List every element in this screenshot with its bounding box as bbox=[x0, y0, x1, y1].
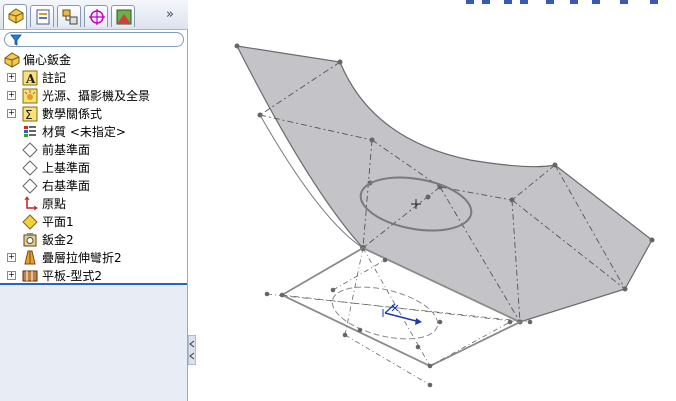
funnel-icon bbox=[10, 34, 22, 46]
configurationmanager-tab[interactable] bbox=[57, 5, 81, 27]
tree-item-origin[interactable]: 原點 bbox=[0, 195, 188, 213]
panel-lower-area bbox=[0, 285, 187, 401]
expand-toggle[interactable]: + bbox=[7, 271, 16, 280]
display-manager-tab[interactable] bbox=[111, 5, 135, 27]
feature-manager-panel: » 偏心鈑金 + A 註記 + 光源、攝影機及全景 + Σ 數學關係式 材質 <… bbox=[0, 0, 188, 401]
tree-item-plane1[interactable]: 平面1 bbox=[0, 213, 188, 231]
lofted-bend-icon bbox=[24, 250, 36, 265]
flat-pattern-icon bbox=[22, 270, 38, 282]
panel-collapse-handle[interactable] bbox=[188, 335, 196, 365]
tree-item-label: 數學關係式 bbox=[42, 107, 103, 121]
dimxpert-tab[interactable] bbox=[84, 5, 108, 27]
sheet-metal-icon bbox=[23, 233, 37, 247]
tree-root-label: 偏心鈑金 bbox=[23, 53, 72, 67]
feature-filter-input[interactable] bbox=[4, 32, 184, 47]
svg-text:Σ: Σ bbox=[25, 108, 33, 122]
propertymanager-tab[interactable] bbox=[30, 5, 54, 27]
expand-toggle[interactable]: + bbox=[7, 109, 16, 118]
tree-item-label: 光源、攝影機及全景 bbox=[42, 89, 151, 103]
double-chevron-right-icon[interactable]: » bbox=[166, 8, 180, 22]
material-icon bbox=[24, 126, 36, 137]
tree-item-right-plane[interactable]: 右基準面 bbox=[0, 177, 188, 195]
plane-icon bbox=[22, 178, 38, 194]
tree-item-annotations[interactable]: + A 註記 bbox=[0, 69, 188, 87]
feature-tree-icon bbox=[8, 8, 24, 24]
tree-item-front-plane[interactable]: 前基準面 bbox=[0, 141, 188, 159]
plane-icon bbox=[22, 142, 38, 158]
tree-item-label: 註記 bbox=[42, 71, 67, 85]
tree-item-label: 鈑金2 bbox=[42, 233, 74, 247]
tree-item-label: 右基準面 bbox=[42, 179, 91, 193]
configuration-icon bbox=[62, 9, 78, 25]
origin-icon bbox=[24, 196, 38, 211]
expand-toggle[interactable]: + bbox=[7, 91, 16, 100]
plane-yellow-icon bbox=[22, 214, 38, 230]
property-icon bbox=[36, 9, 50, 25]
tree-item-top-plane[interactable]: 上基準面 bbox=[0, 159, 188, 177]
svg-text:A: A bbox=[25, 72, 36, 86]
tree-item-label: 前基準面 bbox=[42, 143, 91, 157]
lofted-bend-surface[interactable] bbox=[235, 45, 653, 323]
plane-icon bbox=[22, 160, 38, 176]
expand-toggle[interactable]: + bbox=[7, 253, 16, 262]
target-icon bbox=[89, 9, 105, 25]
graphics-viewport[interactable] bbox=[196, 0, 676, 401]
tree-item-label: 原點 bbox=[42, 197, 67, 211]
tree-item-lofted-bend[interactable]: + 疊層拉伸彎折2 bbox=[0, 249, 188, 267]
tree-item-material[interactable]: 材質 <未指定> bbox=[0, 123, 188, 141]
expand-toggle[interactable]: + bbox=[7, 73, 16, 82]
lights-cameras-icon bbox=[22, 88, 38, 104]
display-icon bbox=[116, 9, 132, 25]
tree-item-label: 材質 <未指定> bbox=[42, 125, 126, 139]
tree-item-equations[interactable]: + Σ 數學關係式 bbox=[0, 105, 188, 123]
tree-item-label: 平面1 bbox=[42, 215, 74, 229]
tree-root-part[interactable]: 偏心鈑金 bbox=[0, 51, 188, 69]
tree-item-label: 疊層拉伸彎折2 bbox=[42, 251, 122, 265]
tree-item-sheet-metal[interactable]: 鈑金2 bbox=[0, 231, 188, 249]
annotations-icon: A bbox=[22, 70, 38, 86]
tree-item-label: 上基準面 bbox=[42, 161, 91, 175]
panel-tab-bar: » bbox=[0, 0, 188, 30]
tree-item-lights-cameras[interactable]: + 光源、攝影機及全景 bbox=[0, 87, 188, 105]
featuremanager-tab[interactable] bbox=[3, 4, 27, 29]
part-icon bbox=[4, 52, 20, 68]
equations-icon: Σ bbox=[22, 106, 38, 122]
